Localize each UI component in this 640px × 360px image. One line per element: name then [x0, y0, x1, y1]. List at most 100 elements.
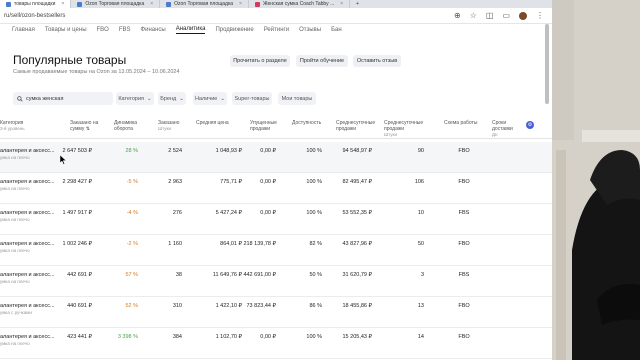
cell-daily-sales-value: 82 495,47 ₽ [342, 179, 373, 185]
browser-tab[interactable]: Ozon Торговая площадка × [71, 0, 161, 8]
close-icon[interactable]: × [239, 1, 242, 7]
cell-lost-sales-value: 218 139,78 ₽ [243, 241, 276, 247]
table-row[interactable]: алантерея и аксесс... умка на плечо 2 298 … [0, 173, 552, 204]
menu-icon[interactable]: ⋮ [536, 11, 544, 20]
tab-label: Ozon Торговая площадка [85, 1, 145, 7]
table-row[interactable]: алантерея и аксесс... умка на плечо 442 69… [0, 266, 552, 297]
brand-filter[interactable]: Бренд ⌄ [158, 92, 186, 105]
table-row[interactable]: алантерея и аксесс... умка на плечо 1 497 … [0, 204, 552, 235]
cell-dynamics: 57 % [110, 272, 138, 278]
gear-icon[interactable]: ⚙ [526, 121, 534, 129]
cell-category-value[interactable]: алантерея и аксесс... [0, 210, 55, 216]
table-row[interactable]: алантерея и аксесс... умка с ручками 440 6… [0, 297, 552, 328]
cell-daily-sales: 15 205,43 ₽ [330, 334, 373, 340]
col-delivery[interactable]: Сроки доставки Дн [492, 120, 526, 138]
search-icon [17, 95, 23, 102]
cell-dynamics-value: 3 398 % [117, 334, 138, 340]
col-lost-sales[interactable]: Упущенные продажи [250, 120, 280, 132]
cell-dynamics-value: 57 % [125, 272, 138, 278]
col-label: Сроки доставки [492, 120, 513, 132]
chevron-down-icon: ⌄ [147, 95, 152, 102]
star-icon[interactable]: ☆ [470, 11, 477, 20]
table-row[interactable]: алантерея и аксесс... умка на плечо 1 002 … [0, 235, 552, 266]
cell-daily-qty-value: 13 [417, 303, 424, 309]
super-products-filter[interactable]: Super-товары [232, 92, 272, 105]
cell-avg-price: 1 048,93 ₽ [196, 148, 242, 154]
col-scheme[interactable]: Схема работы [444, 120, 484, 126]
new-tab-button[interactable]: + [350, 0, 365, 8]
cell-category-value[interactable]: алантерея и аксесс... [0, 179, 55, 185]
profile-avatar[interactable] [519, 11, 527, 20]
search-input[interactable]: сумка женская [13, 92, 113, 105]
browser-tab[interactable]: товары площадки × [0, 0, 72, 8]
cell-availability-value: 100 % [306, 179, 322, 185]
cell-avg-price-value: 864,01 ₽ [220, 241, 242, 247]
cell-category-value[interactable]: алантерея и аксесс... [0, 334, 55, 340]
cell-category: алантерея и аксесс... умка на плечо [0, 210, 55, 222]
col-daily-sales-qty[interactable]: Среднесуточные продажи Штуки [384, 120, 428, 138]
url-text[interactable]: ru/sell/ozon-bestsellers [4, 13, 65, 19]
col-turnover-dynamics[interactable]: Динамика оборота [114, 120, 142, 132]
col-sublabel: Дн [492, 132, 498, 137]
cell-category-value[interactable]: алантерея и аксесс... [0, 241, 55, 247]
feedback-button[interactable]: Оставить отзыв [353, 55, 401, 67]
training-button[interactable]: Пройти обучение [296, 55, 348, 67]
cell-ordered-qty: 1 160 [150, 241, 182, 247]
sort-icon[interactable]: ⇅ [84, 126, 90, 132]
col-avg-price[interactable]: Средняя цена [196, 120, 242, 126]
nav-item-promotion[interactable]: Продвижение [215, 27, 253, 33]
cell-daily-qty-value: 14 [417, 334, 424, 340]
cell-avg-price: 775,71 ₽ [196, 179, 242, 185]
cell-ordered-qty: 384 [150, 334, 182, 340]
col-category[interactable]: Категория 3-й уровень [0, 120, 25, 132]
category-filter[interactable]: Категория ⌄ [116, 92, 154, 105]
close-icon[interactable]: × [150, 1, 153, 7]
cell-category-value[interactable]: алантерея и аксесс... [0, 272, 55, 278]
col-sublabel: 3-й уровень [0, 126, 25, 131]
table-row[interactable]: алантерея и аксесс... умка на плечо 2 647 … [0, 142, 552, 173]
cell-category: алантерея и аксесс... умка с ручками [0, 303, 55, 315]
cell-dynamics: 3 398 % [110, 334, 138, 340]
my-products-filter[interactable]: Мои товары [278, 92, 316, 105]
nav-item-home[interactable]: Главная [12, 27, 35, 33]
close-icon[interactable]: × [340, 1, 343, 7]
cell-avg-price: 5 427,24 ₽ [196, 210, 242, 216]
zoom-icon[interactable]: ⊕ [454, 11, 461, 20]
cell-avg-price: 864,01 ₽ [196, 241, 242, 247]
filter-label: Бренд [160, 95, 177, 102]
scrollbar[interactable] [545, 24, 549, 104]
nav-item-fbo[interactable]: FBO [97, 27, 109, 33]
col-availability[interactable]: Доступность [292, 120, 328, 126]
browser-tab[interactable]: Женская сумка Coach Tabby ... × [249, 0, 351, 8]
cell-daily-qty-value: 3 [420, 272, 424, 278]
cell-availability: 100 % [292, 179, 322, 185]
extensions-icon[interactable]: ◫ [486, 11, 494, 20]
nav-item-bank[interactable]: Бан [331, 27, 342, 33]
col-label: Доступность [292, 120, 322, 126]
nav-item-products[interactable]: Товары и цены [45, 27, 87, 33]
close-icon[interactable]: × [61, 1, 64, 7]
availability-filter[interactable]: Наличие ⌄ [193, 92, 227, 105]
col-daily-sales[interactable]: Среднесуточные продажи [336, 120, 376, 132]
nav-item-fbs[interactable]: FBS [119, 27, 131, 33]
address-bar[interactable]: ru/sell/ozon-bestsellers ⊕ ☆ ◫ ▭ ⋮ [0, 8, 552, 24]
cell-category-value[interactable]: алантерея и аксесс... [0, 148, 55, 154]
cell-scheme: FBO [452, 179, 476, 185]
nav-item-finance[interactable]: Финансы [141, 27, 166, 33]
cell-daily-sales: 94 548,97 ₽ [330, 148, 373, 154]
nav-item-reviews[interactable]: Отзывы [299, 27, 321, 33]
col-ordered-sum[interactable]: Заказано на сумму ⇅ [70, 120, 100, 132]
cell-avg-price-value: 5 427,24 ₽ [215, 210, 242, 216]
nav-item-ratings[interactable]: Рейтинги [264, 27, 289, 33]
nav-item-analytics[interactable]: Аналитика [175, 26, 206, 34]
sidebar-icon[interactable]: ▭ [502, 11, 510, 20]
col-label: Упущенные продажи [250, 120, 277, 132]
cell-ordered-sum: 2 647 503 ₽ [58, 148, 93, 154]
table-row[interactable]: алантерея и аксесс... умка на плечо 423 44… [0, 328, 552, 359]
cell-ordered-qty: 2 963 [150, 179, 182, 185]
browser-tab[interactable]: Ozon Торговая площадка × [160, 0, 249, 8]
cell-category-value[interactable]: алантерея и аксесс... [0, 303, 55, 309]
col-ordered-qty[interactable]: Заказано Штуки [158, 120, 186, 132]
read-about-button[interactable]: Прочитать о разделе [230, 55, 290, 67]
cell-avg-price: 1 102,70 ₽ [196, 334, 242, 340]
